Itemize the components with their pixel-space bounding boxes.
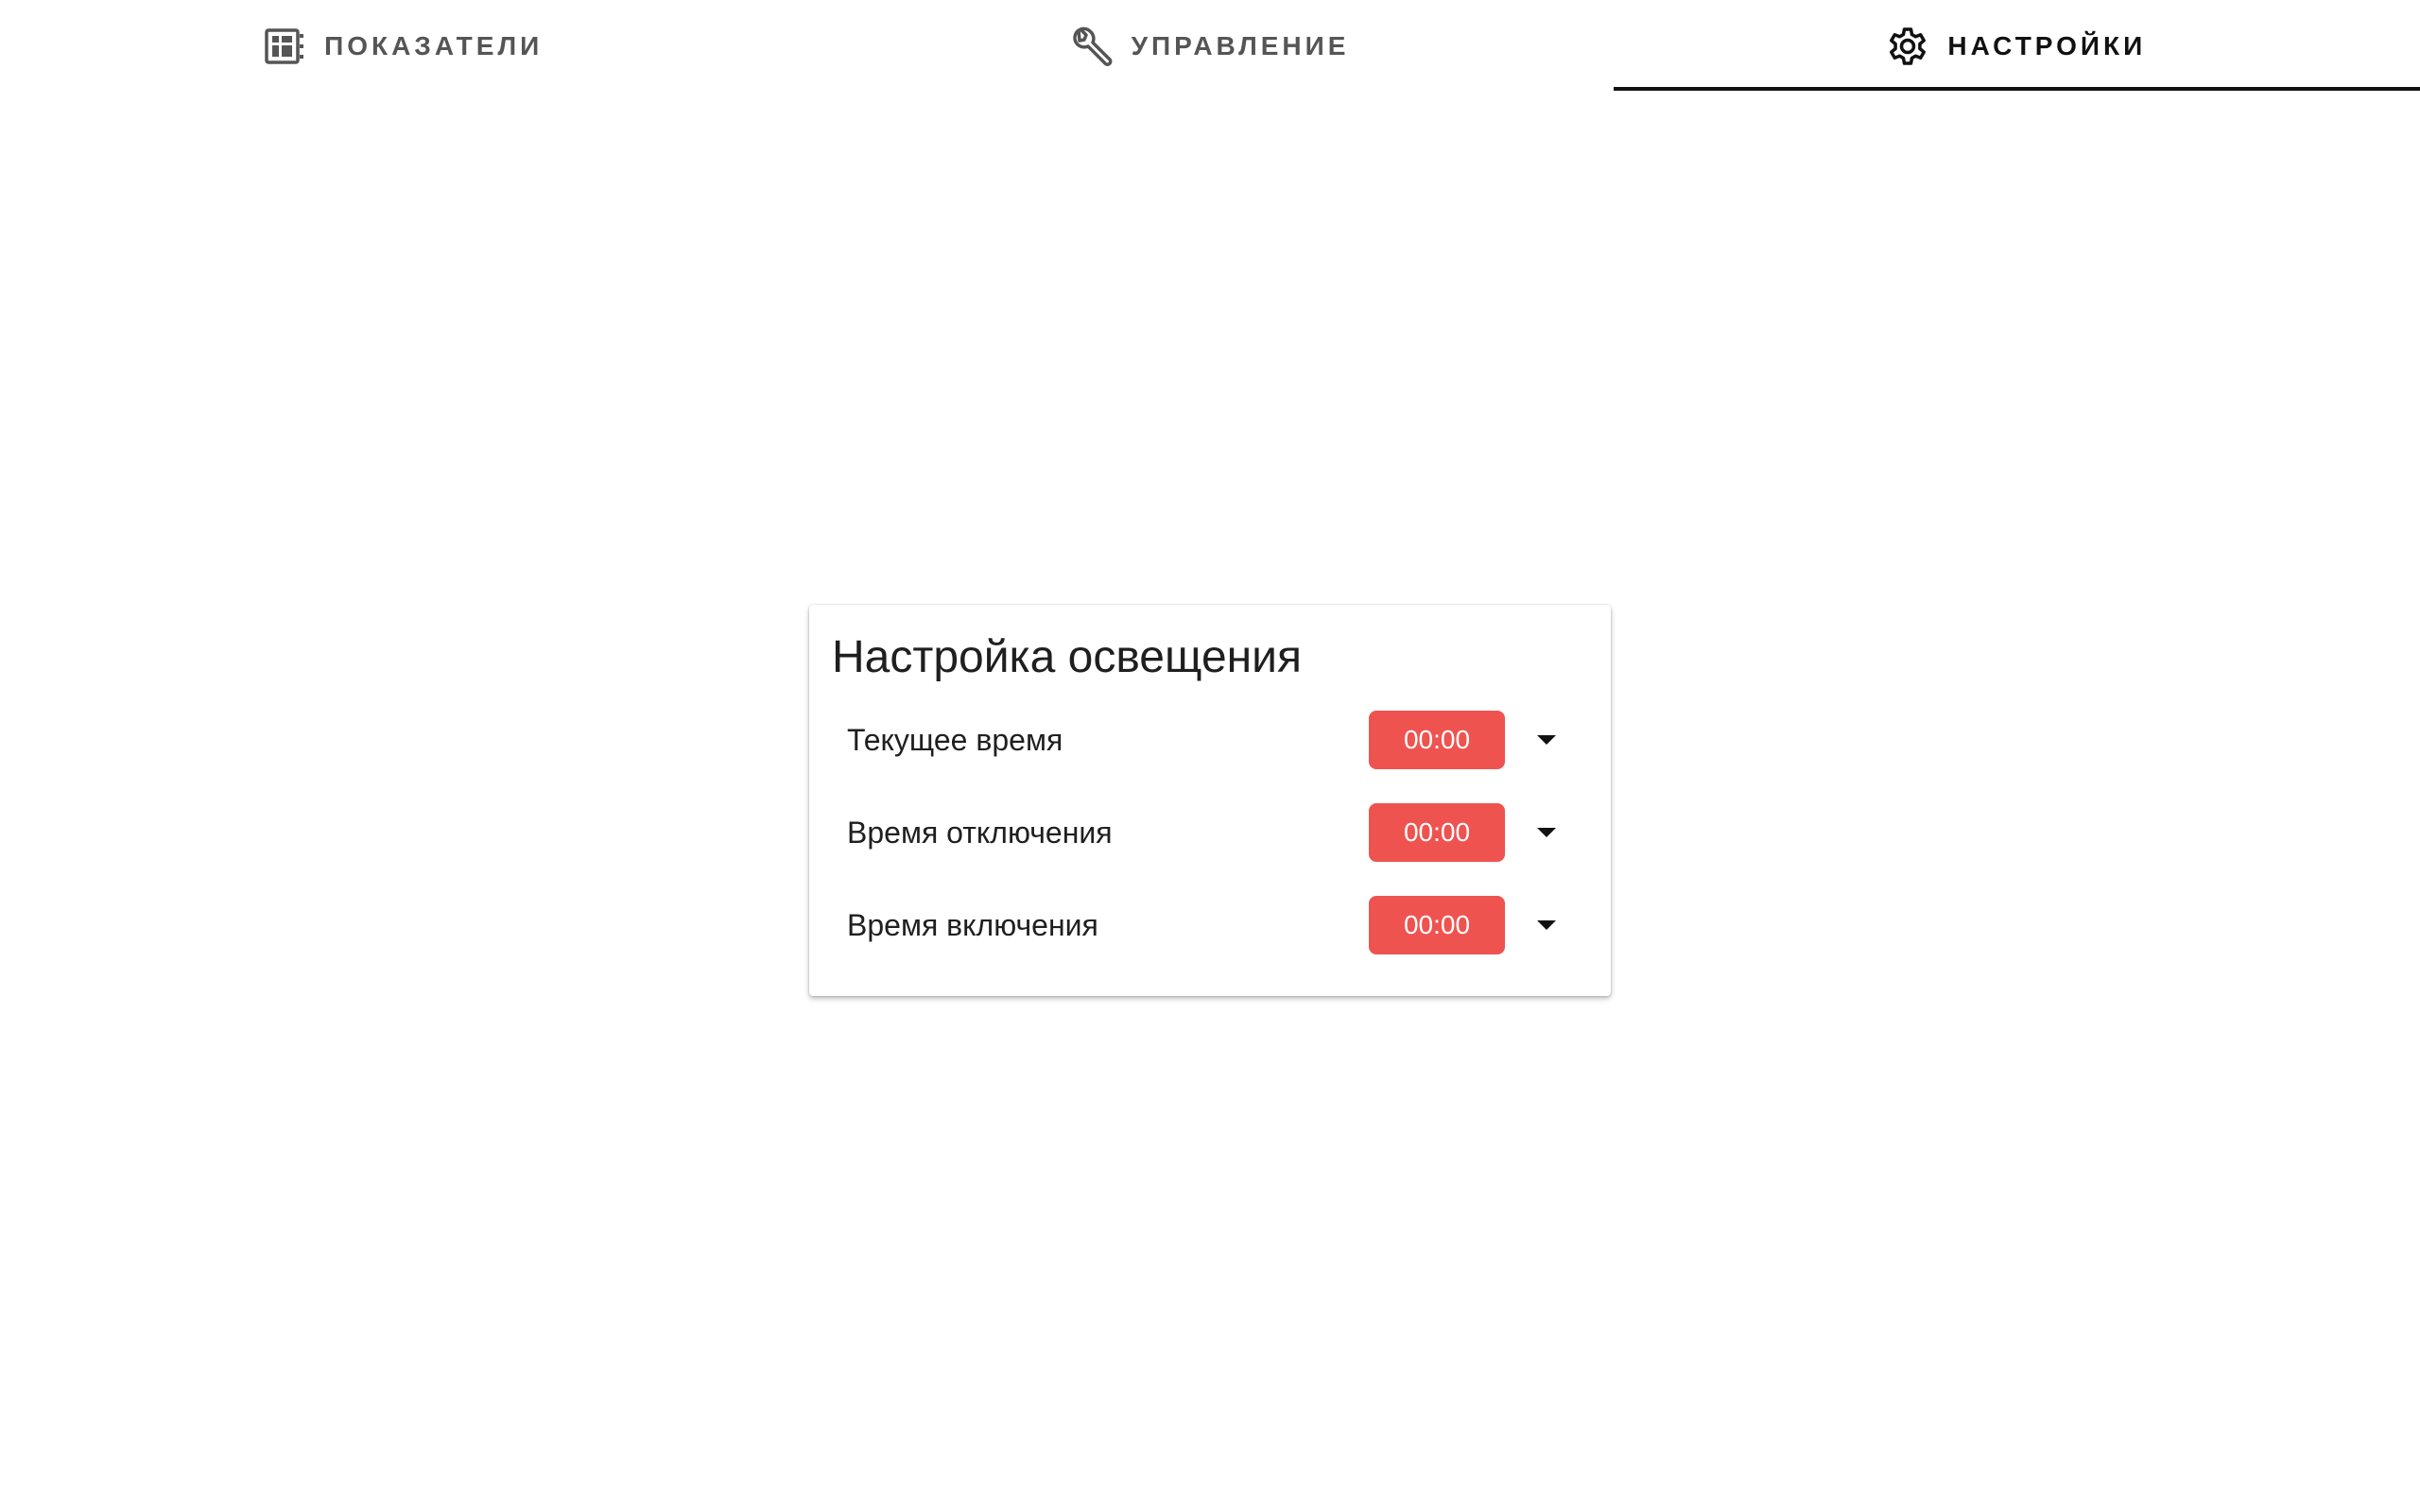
tab-settings[interactable]: НАСТРОЙКИ — [1613, 0, 2420, 93]
caret-down-icon — [1537, 828, 1556, 837]
wrench-icon — [1071, 26, 1113, 67]
current-time-dropdown-toggle[interactable] — [1520, 711, 1573, 769]
on-time-dropdown-toggle[interactable] — [1520, 896, 1573, 954]
caret-down-icon — [1537, 735, 1556, 745]
off-time-button[interactable]: 00:00 — [1369, 803, 1505, 862]
card-title: Настройка освещения — [832, 632, 1302, 682]
off-time-row: Время отключения 00:00 — [847, 803, 1573, 862]
caret-down-icon — [1537, 920, 1556, 930]
current-time-button[interactable]: 00:00 — [1369, 711, 1505, 769]
tab-indicators[interactable]: ПОКАЗАТЕЛИ — [0, 0, 806, 93]
tab-control[interactable]: УПРАВЛЕНИЕ — [806, 0, 1613, 93]
on-time-label: Время включения — [847, 907, 1098, 942]
tab-label: НАСТРОЙКИ — [1947, 31, 2147, 60]
on-time-button[interactable]: 00:00 — [1369, 896, 1505, 954]
tab-bar: ПОКАЗАТЕЛИ УПРАВЛЕНИЕ НАСТРОЙКИ — [0, 0, 2420, 93]
current-time-label: Текущее время — [847, 722, 1063, 757]
on-time-row: Время включения 00:00 — [847, 896, 1573, 954]
active-tab-indicator — [1613, 87, 2420, 91]
off-time-dropdown-toggle[interactable] — [1520, 803, 1573, 862]
tab-label: УПРАВЛЕНИЕ — [1131, 31, 1350, 60]
tab-label: ПОКАЗАТЕЛИ — [324, 31, 544, 60]
lighting-settings-card: Настройка освещения Текущее время 00:00 … — [809, 605, 1611, 996]
gear-icon — [1887, 26, 1928, 67]
current-time-row: Текущее время 00:00 — [847, 711, 1573, 769]
dashboard-grid-icon — [264, 26, 305, 67]
off-time-label: Время отключения — [847, 815, 1113, 850]
